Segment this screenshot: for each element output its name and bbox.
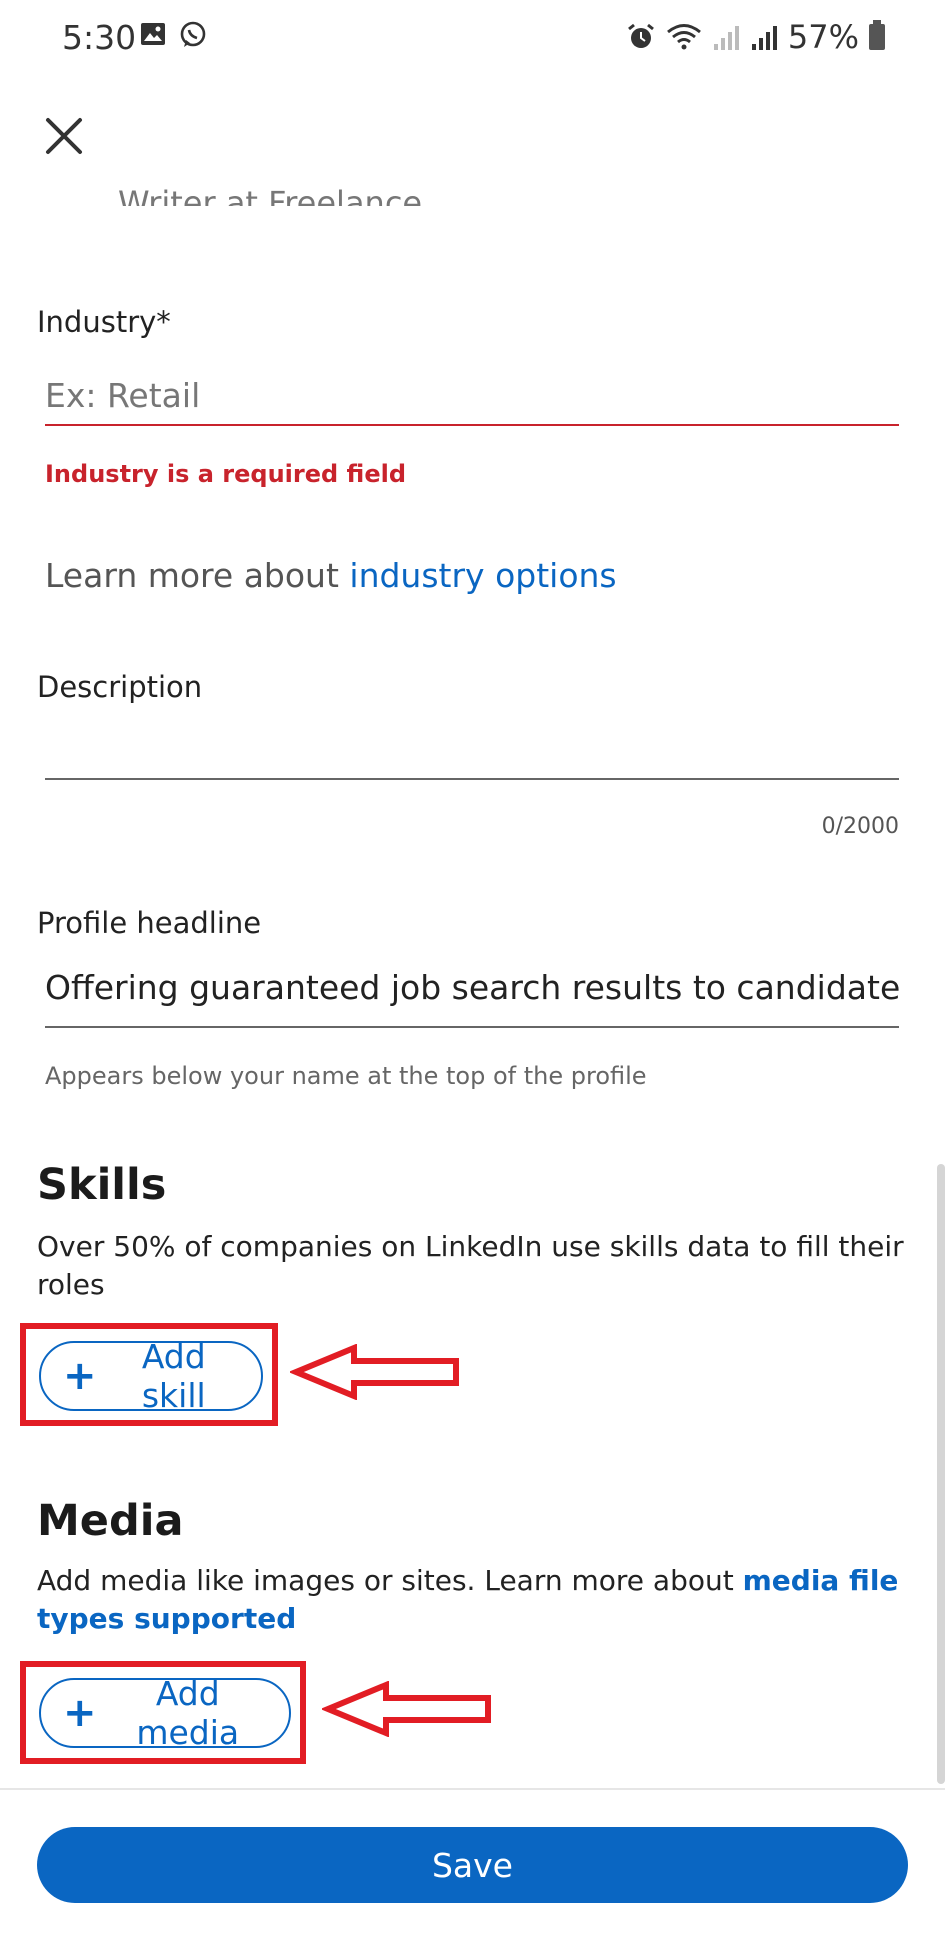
industry-options-link[interactable]: industry options (349, 556, 616, 595)
headline-helper-text: Appears below your name at the top of th… (45, 1062, 647, 1090)
annotation-arrow-icon (322, 1681, 491, 1737)
skills-description: Over 50% of companies on LinkedIn use sk… (37, 1230, 904, 1301)
media-title: Media (37, 1496, 184, 1546)
scrollbar-thumb[interactable] (937, 1164, 945, 1784)
status-time: 5:30 (62, 18, 137, 57)
learn-more-text: Learn more about (45, 556, 350, 595)
signal-icon (713, 26, 739, 50)
headline-underline (45, 1026, 899, 1028)
alarm-icon (627, 23, 654, 48)
industry-input[interactable] (45, 365, 899, 425)
media-description-text: Add media like images or sites. Learn mo… (37, 1564, 743, 1597)
save-button[interactable]: Save (37, 1827, 908, 1903)
description-label: Description (37, 670, 203, 704)
wifi-icon (666, 24, 701, 50)
annotation-arrow-icon (290, 1344, 459, 1400)
whatsapp-icon (180, 21, 206, 47)
headline-input[interactable]: Offering guaranteed job search results t… (45, 968, 899, 1007)
industry-learn-more: Learn more about industry options (45, 556, 617, 595)
battery-percent: 57% (787, 18, 859, 56)
gallery-icon (141, 23, 165, 45)
signal-icon (751, 26, 777, 50)
headline-label: Profile headline (37, 906, 262, 940)
industry-label: Industry* (37, 305, 171, 339)
media-description: Add media like images or sites. Learn mo… (37, 1562, 917, 1638)
skills-title: Skills (37, 1160, 167, 1210)
close-icon[interactable] (42, 114, 86, 158)
annotation-highlight-box (20, 1661, 306, 1764)
description-input[interactable] (45, 778, 899, 780)
battery-icon (869, 20, 885, 50)
industry-underline (45, 424, 899, 426)
status-indicators: 57% (626, 18, 885, 56)
description-counter: 0/2000 (821, 814, 899, 839)
annotation-highlight-box (20, 1323, 278, 1426)
industry-error: Industry is a required field (45, 460, 407, 488)
partial-position-text: Writer at Freelance (118, 184, 423, 206)
